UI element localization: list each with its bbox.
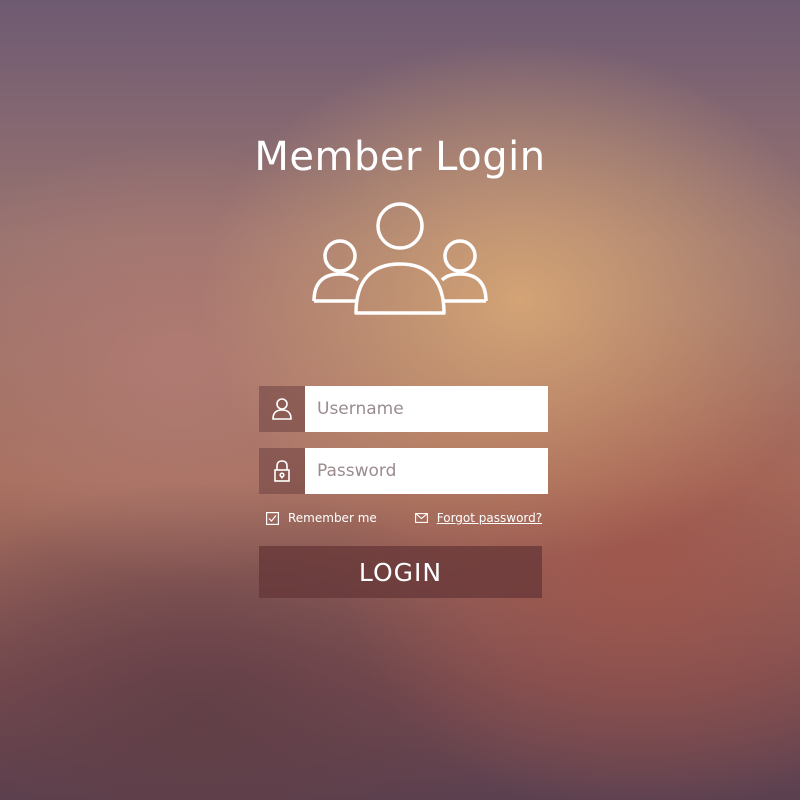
remember-me-checkbox[interactable]: Remember me xyxy=(266,511,377,525)
username-icon-box xyxy=(259,386,305,432)
checkbox-checked-icon[interactable] xyxy=(266,511,279,525)
password-icon-box xyxy=(259,448,305,494)
lock-icon xyxy=(274,460,290,482)
login-options: Remember me Forgot password? xyxy=(266,508,546,528)
password-input[interactable] xyxy=(305,448,548,494)
username-input[interactable] xyxy=(305,386,548,432)
login-button[interactable]: LOGIN xyxy=(259,546,542,598)
remember-me-label: Remember me xyxy=(288,511,377,525)
users-group-icon xyxy=(312,202,488,315)
forgot-password-link[interactable]: Forgot password? xyxy=(437,511,542,525)
envelope-icon xyxy=(414,513,428,523)
password-field xyxy=(259,448,548,494)
forgot-password: Forgot password? xyxy=(414,511,542,525)
user-icon xyxy=(272,398,292,420)
username-field xyxy=(259,386,548,432)
page-title: Member Login xyxy=(254,134,546,180)
